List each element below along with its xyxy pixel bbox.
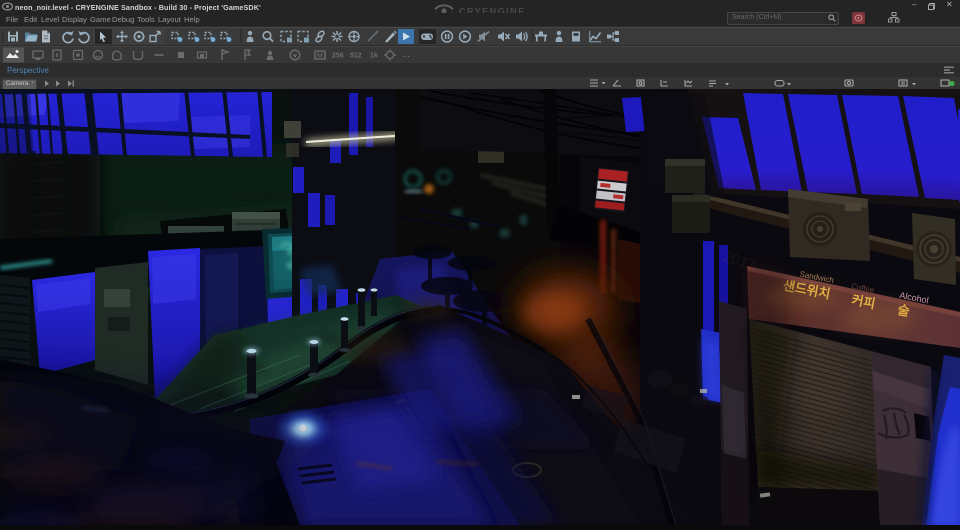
svg-text:512: 512 (350, 53, 362, 60)
svg-text:256: 256 (332, 53, 344, 60)
svg-text:M: M (317, 53, 323, 60)
svg-text:1k: 1k (370, 53, 378, 60)
svg-text:…: … (402, 50, 410, 59)
